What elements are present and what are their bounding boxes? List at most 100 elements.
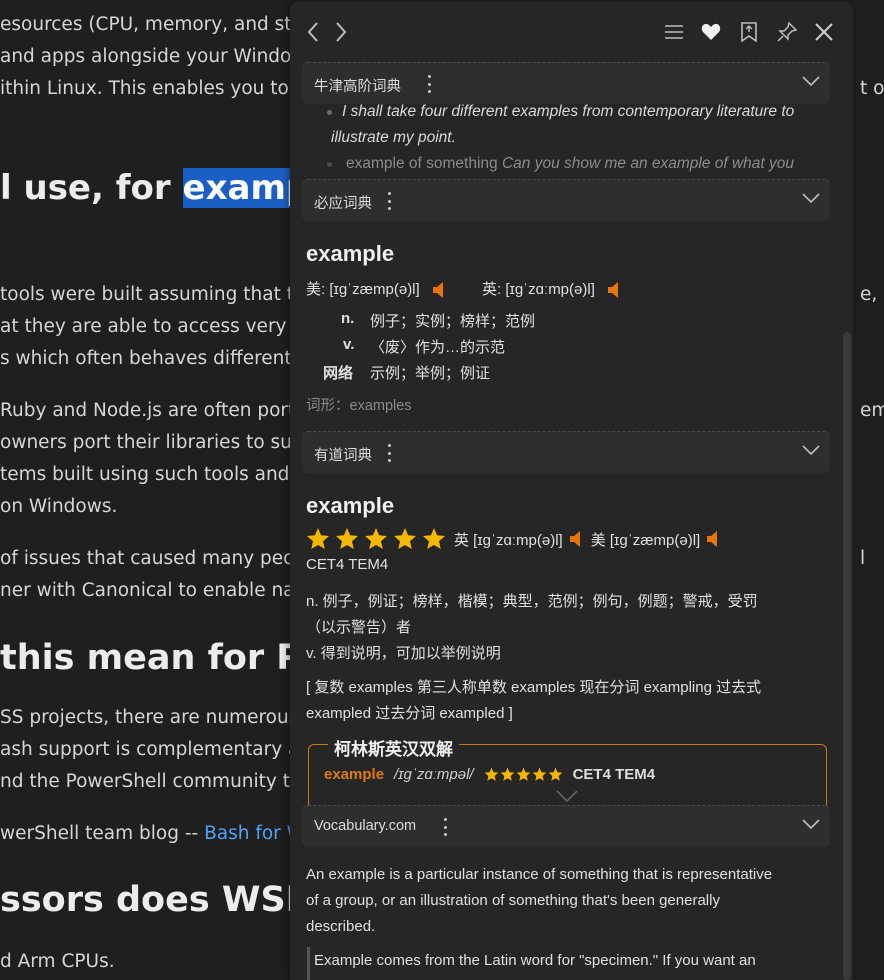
dict-name: 有道词典 [314,448,372,464]
bullet [327,162,332,167]
dict-header-bing[interactable]: 必应词典 [302,179,830,221]
oxford-example-line: I shall take four different examples fro… [342,103,795,120]
sense-def: 示例；举例；例证 [370,365,491,382]
collins-word: example [324,766,385,783]
sense-def: n. 例子，例证；榜样，楷模；典型，范例；例句，例题；警戒，受罚 [306,593,758,610]
word-forms: [ 复数 examples 第三人称单数 examples 现在分词 examp… [306,679,762,696]
chevron-left-icon [307,22,318,42]
article-line: owners port their libraries to supp [0,432,316,453]
dict-header-vocabulary[interactable]: Vocabulary.com [302,805,830,847]
collins-entry: example /ɪɡˈzɑːmpəl/ CET4 TEM4 [324,766,655,783]
speaker-icon[interactable] [607,282,621,299]
bookmark-icon [741,22,757,42]
heading-text: l use, for [0,168,183,208]
dict-header-oxford[interactable]: 牛津高阶词典 [302,62,830,104]
pin-icon [777,22,797,42]
more-options-icon[interactable] [386,192,392,210]
close-icon [815,23,833,41]
pron-us: 美 [ɪɡˈzæmp(ə)l] [590,531,701,549]
dict-name: Vocabulary.com [314,818,417,834]
more-options-icon[interactable] [386,444,392,462]
menu-icon [665,25,683,39]
headword: example [306,493,395,518]
star-icon [532,767,546,781]
article-fragment: e, [860,284,878,305]
article-line: ithin Linux. This enables you to us [0,78,317,99]
article-line: on Windows. [0,496,118,517]
sense-def: 例子；实例；榜样；范例 [370,313,536,330]
sense-def: v. 得到说明，可加以举例说明 [306,645,501,662]
star-icon [516,767,530,781]
word-forms: 词形：examples [306,398,412,414]
oxford-example-italic: Can you show me an example of what you [501,155,795,172]
pin-button[interactable] [774,19,800,45]
article-fragment: t of [860,78,884,99]
chevron-down-icon [802,445,820,456]
popup-toolbar [290,2,853,62]
article-line: tems built using such tools and li [0,464,306,485]
pron-us: 美: [ɪɡˈzæmp(ə)l] [306,278,446,299]
headword: example [306,241,395,266]
quote-bar [307,947,310,980]
chevron-down-icon [802,193,820,204]
article-line: ner with Canonical to enable nati [0,580,307,601]
chevron-down-icon [802,76,820,87]
vocab-blurb: An example is a particular instance of s… [306,866,773,883]
speaker-icon[interactable] [432,282,446,299]
sense-pos: v. [343,336,355,353]
sense-pos: 网络 [323,365,354,382]
star-icon [500,767,514,781]
close-button[interactable] [811,19,837,45]
dictionary-popup: 牛津高阶词典 I shall take four different examp… [290,2,853,980]
forward-button[interactable] [328,19,354,45]
vocab-blurb: described. [306,918,376,935]
bullet [327,110,332,115]
oxford-example-line: illustrate my point. [331,129,456,146]
pron-uk: 英 [ɪɡˈzɑːmp(ə)l] [454,531,563,549]
article-line: d Arm CPUs. [0,951,115,972]
star-icon [484,767,498,781]
sense-def: 〈废〉作为…的示范 [370,339,506,356]
article-line: Ruby and Node.js are often porte [0,400,307,421]
star-icon [423,528,445,549]
word-forms: exampled 过去分词 exampled ] [306,705,513,722]
vocab-blurb: of a group, or an illustration of someth… [306,892,720,909]
oxford-example-line: example of something Can you show me an … [346,155,794,173]
expand-chevron-icon[interactable] [556,790,578,802]
speaker-icon[interactable] [706,531,720,547]
article-line: esources (CPU, memory, and stora [0,14,322,35]
article-line: tools were built assuming that th [0,284,306,305]
wordbook-button[interactable] [736,19,762,45]
oxford-pattern: example of something [346,155,502,172]
article-fragment: em [860,400,884,421]
favorite-button[interactable] [698,19,724,45]
dict-header-youdao[interactable]: 有道词典 [302,431,830,473]
more-options-icon[interactable] [426,75,432,93]
star-rating [484,767,563,782]
menu-button[interactable] [661,19,687,45]
rating-row: 英 [ɪɡˈzɑːmp(ə)l] 美 [ɪɡˈzæmp(ə)l] [306,527,720,551]
collins-title: 柯林斯英汉双解 [328,735,459,760]
blog-prefix: werShell team blog -- [0,823,205,844]
article-line: werShell team blog -- Bash for W [0,823,305,844]
star-icon [394,528,416,549]
star-icon [548,767,562,781]
star-rating [306,527,446,551]
back-button[interactable] [300,19,326,45]
collins-pron: /ɪɡˈzɑːmpəl/ [394,766,474,783]
exam-tags: CET4 TEM4 [306,556,389,573]
vocab-long: Example comes from the Latin word for "s… [314,952,756,969]
pron-label: 英: [ɪɡˈzɑːmp(ə)l] [482,281,595,298]
star-icon [365,528,387,549]
article-line: at they are able to access very lo [0,316,309,337]
pron-uk: 英: [ɪɡˈzɑːmp(ə)l] [482,278,621,299]
dict-name: 牛津高阶词典 [314,79,401,95]
speaker-icon[interactable] [569,531,583,547]
article-line: ash support is complementary an [0,739,312,760]
chevron-down-icon [802,819,820,830]
chevron-right-icon [336,22,347,42]
popup-scrollbar[interactable] [843,332,851,980]
more-options-icon[interactable] [442,818,448,836]
sense-def: （以示警告）者 [306,619,412,636]
article-line: of issues that caused many people [0,548,323,569]
